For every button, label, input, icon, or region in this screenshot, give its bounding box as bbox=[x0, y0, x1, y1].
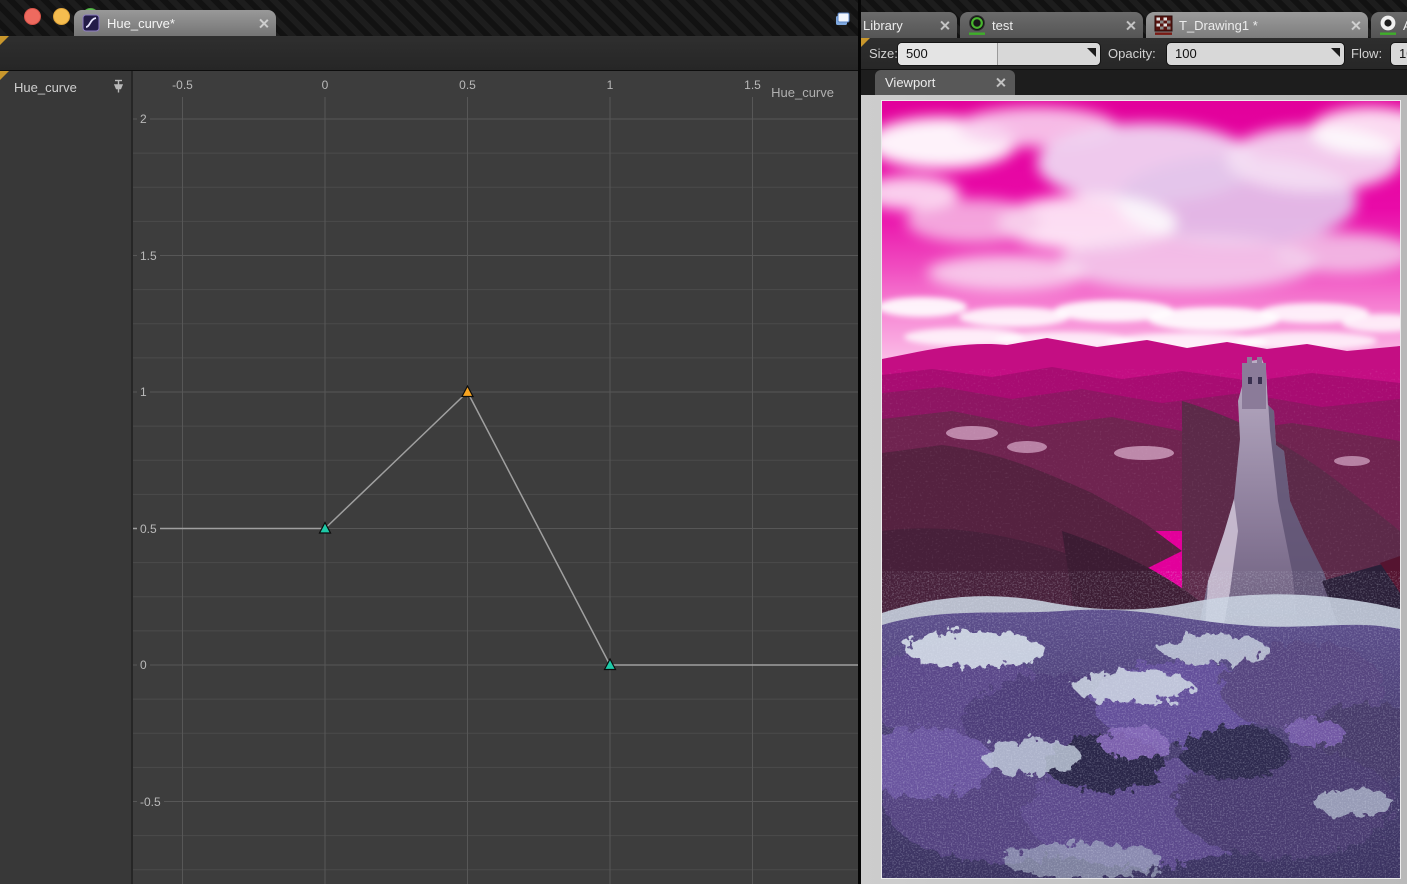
curve-name-label: Hue_curve bbox=[14, 80, 77, 95]
viewport-tab-row: Viewport bbox=[861, 70, 1407, 95]
brush-toolbar: Size: 500 Opacity: 100 Flow: 100 bbox=[861, 38, 1407, 70]
curve-grid bbox=[133, 71, 858, 884]
y-tick-label: 0.5 bbox=[137, 522, 160, 536]
tab-label: T_Drawing1 * bbox=[1179, 18, 1343, 33]
main-editor-panel: Library test bbox=[861, 0, 1407, 884]
close-tab-icon[interactable] bbox=[940, 21, 949, 30]
viewport bbox=[861, 95, 1407, 884]
opacity-value: 100 bbox=[1175, 46, 1197, 61]
screen: { "curve_editor": { "tab_label": "Hue_cu… bbox=[0, 0, 1407, 884]
opacity-label: Opacity: bbox=[1108, 46, 1156, 61]
size-label: Size: bbox=[869, 46, 898, 61]
drag-corner-icon[interactable] bbox=[1087, 48, 1096, 57]
tab-label: Library bbox=[863, 18, 932, 33]
opacity-field[interactable]: 100 bbox=[1166, 42, 1345, 66]
curve-list-sidebar: Hue_curve bbox=[0, 71, 133, 884]
tab-label: Hue_curve* bbox=[107, 16, 259, 31]
corner-marker bbox=[0, 36, 9, 45]
size-field[interactable]: 500 bbox=[897, 42, 1101, 66]
viewport-image[interactable] bbox=[881, 100, 1401, 879]
curve-editor-window: Hue_curve* bbox=[0, 0, 858, 884]
close-tab-icon[interactable] bbox=[1126, 21, 1135, 30]
close-tab-icon[interactable] bbox=[1351, 21, 1360, 30]
curve-editor-titlebar: Hue_curve* bbox=[0, 0, 858, 36]
close-tab-icon[interactable] bbox=[259, 19, 268, 28]
document-tab-bar: Library test bbox=[861, 0, 1407, 38]
close-window-button[interactable] bbox=[24, 8, 41, 25]
texture-preview bbox=[882, 101, 1400, 878]
material-icon bbox=[1379, 15, 1397, 36]
y-tick-label: -0.5 bbox=[137, 795, 164, 809]
texture-icon bbox=[1154, 15, 1173, 36]
curve-asset-icon bbox=[82, 14, 100, 32]
x-tick-label: -0.5 bbox=[172, 78, 193, 92]
tab-label: Viewport bbox=[885, 75, 996, 90]
tab-t-drawing1[interactable]: T_Drawing1 * bbox=[1146, 12, 1368, 38]
tab-hue-curve[interactable]: Hue_curve* bbox=[74, 10, 276, 36]
tab-test[interactable]: test bbox=[960, 12, 1143, 38]
flow-value: 100 bbox=[1399, 46, 1407, 61]
size-value: 500 bbox=[906, 46, 928, 61]
curve-graph-area[interactable]: -0.5 0 0.5 1 1.5 2 1.5 1 0.5 0 -0.5 Hue_curve bbox=[133, 71, 858, 884]
flow-field[interactable]: 100 bbox=[1390, 42, 1407, 66]
x-tick-label: 1 bbox=[607, 78, 614, 92]
y-tick-label: 0 bbox=[137, 658, 150, 672]
layout-icon[interactable] bbox=[833, 10, 851, 28]
y-tick-label: 1 bbox=[137, 385, 150, 399]
flow-label: Flow: bbox=[1351, 46, 1382, 61]
minimize-window-button[interactable] bbox=[53, 8, 70, 25]
tab-library[interactable]: Library bbox=[861, 12, 957, 38]
graph-curve-label: Hue_curve bbox=[771, 85, 834, 100]
curve-editor-toolbar bbox=[0, 36, 858, 71]
close-tab-icon[interactable] bbox=[996, 78, 1005, 87]
x-tick-label: 0 bbox=[322, 78, 329, 92]
material-icon bbox=[968, 15, 986, 36]
tab-all-nodes[interactable]: All_nod bbox=[1371, 12, 1407, 38]
drag-corner-icon[interactable] bbox=[1331, 48, 1340, 57]
tab-label: All_nod bbox=[1403, 18, 1407, 33]
curve-key-selected[interactable] bbox=[462, 386, 473, 397]
y-tick-label: 2 bbox=[137, 112, 150, 126]
tab-label: test bbox=[992, 18, 1118, 33]
corner-marker bbox=[0, 71, 9, 80]
y-tick-label: 1.5 bbox=[137, 249, 160, 263]
tab-viewport[interactable]: Viewport bbox=[875, 70, 1015, 95]
pin-icon[interactable] bbox=[112, 79, 125, 94]
x-tick-label: 1.5 bbox=[744, 78, 761, 92]
x-tick-label: 0.5 bbox=[459, 78, 476, 92]
